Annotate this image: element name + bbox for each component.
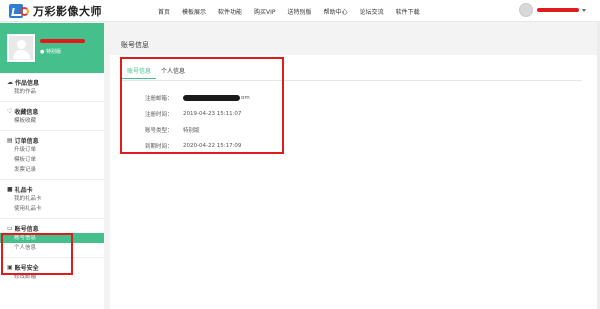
brand-name: 万彩影像大师 [33, 5, 102, 18]
sidebar-section-gift-card: ■ 礼品卡 我的礼品卡 使用礼品卡 [0, 180, 104, 219]
order-icon: ▤ [7, 137, 13, 144]
sidebar-section-orders: ▤ 订单信息 升级订单 模板订单 发票记录 [0, 131, 104, 180]
avatar[interactable] [519, 3, 533, 17]
cloud-icon: ☁ [7, 79, 13, 86]
section-title: 收藏信息 [14, 109, 39, 116]
heart-icon: ♡ [7, 108, 13, 115]
brand-logo[interactable]: 万彩影像大师 [9, 3, 102, 19]
page-title: 账号信息 [121, 41, 149, 49]
section-title: 作品信息 [15, 80, 40, 87]
nav-item-buy-vip[interactable]: 购买VIP [254, 7, 276, 16]
highlight-box-sidebar [1, 233, 73, 275]
section-title: 订单信息 [14, 138, 39, 145]
sidebar-item-my-works[interactable]: 我的作品 [0, 87, 104, 97]
sidebar-item-use-gift-card[interactable]: 使用礼品卡 [0, 204, 104, 214]
profile-avatar[interactable] [7, 34, 35, 62]
nav-item-forum[interactable]: 论坛交流 [360, 7, 384, 16]
nav-item-home[interactable]: 首页 [158, 7, 170, 16]
nav-item-help[interactable]: 帮助中心 [324, 7, 348, 16]
user-menu[interactable] [519, 3, 586, 17]
sidebar-item-my-gift-cards[interactable]: 我的礼品卡 [0, 194, 104, 204]
sidebar-item-template-favorites[interactable]: 模板收藏 [0, 116, 104, 126]
section-title: 账号信息 [14, 226, 39, 233]
sidebar-item-template-orders[interactable]: 模板订单 [0, 155, 104, 165]
nav-item-features[interactable]: 软件功能 [218, 7, 242, 16]
sidebar-item-invoices[interactable]: 发票记录 [0, 165, 104, 175]
sidebar-section-works: ☁ 作品信息 我的作品 [0, 73, 104, 102]
nav-item-special[interactable]: 送特别版 [288, 7, 312, 16]
sidebar-item-upgrade-orders[interactable]: 升级订单 [0, 145, 104, 155]
username-redacted [537, 8, 579, 12]
chevron-down-icon[interactable] [582, 8, 586, 12]
id-card-icon: ▭ [7, 225, 13, 232]
profile-level-label: 特别版 [45, 49, 61, 55]
highlight-box-main [120, 57, 284, 154]
nav-item-templates[interactable]: 模板展示 [182, 7, 206, 16]
logo-icon [9, 4, 31, 18]
profile-level: ● 特别版 [40, 48, 61, 55]
user-icon: ● [40, 49, 45, 55]
section-title: 礼品卡 [14, 187, 33, 194]
sidebar-section-favorites: ♡ 收藏信息 模板收藏 [0, 102, 104, 131]
nav-item-download[interactable]: 软件下载 [396, 7, 420, 16]
profile-name-redacted [40, 39, 85, 43]
main-nav: 首页 模板展示 软件功能 购买VIP 送特别版 帮助中心 论坛交流 软件下载 [158, 0, 432, 22]
profile-card: ● 特别版 [0, 23, 104, 73]
gift-icon: ■ [7, 186, 13, 193]
top-nav-bar: 万彩影像大师 首页 模板展示 软件功能 购买VIP 送特别版 帮助中心 论坛交流… [0, 0, 600, 22]
